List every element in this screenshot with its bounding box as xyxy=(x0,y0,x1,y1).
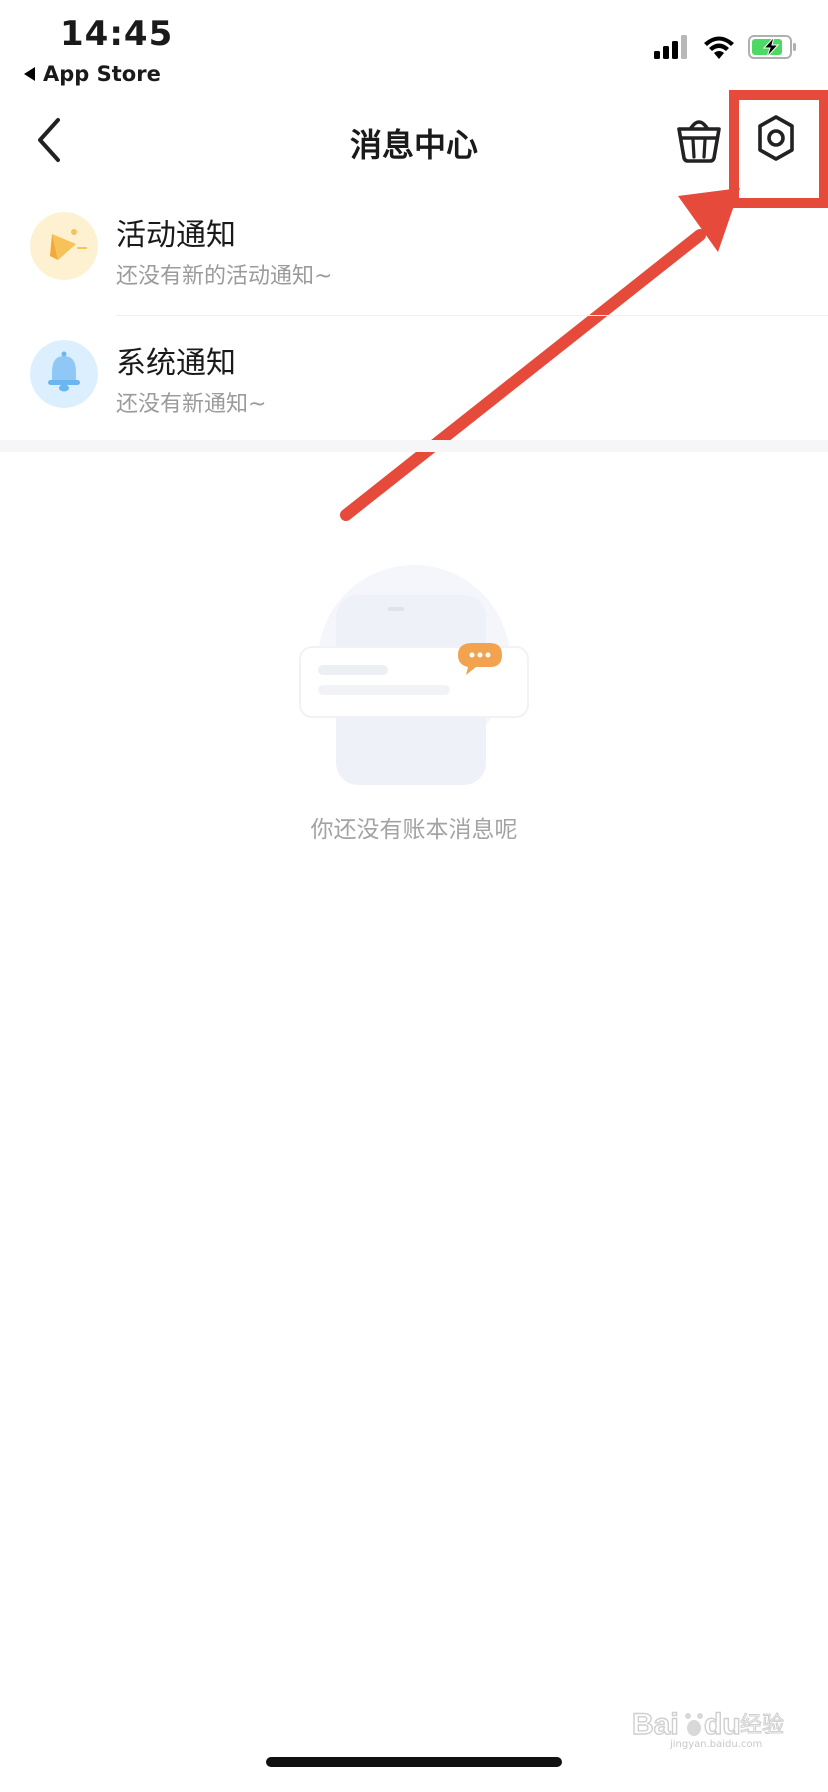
nav-bar: 消息中心 xyxy=(0,92,828,192)
svg-text:du: du xyxy=(704,1708,741,1741)
battery-charging-icon xyxy=(748,35,796,59)
wifi-icon xyxy=(704,36,734,59)
svg-text:Bai: Bai xyxy=(632,1708,679,1741)
cellular-signal-icon xyxy=(654,35,687,59)
message-subtitle: 还没有新的活动通知~ xyxy=(116,264,333,289)
svg-text:经验: 经验 xyxy=(740,1713,784,1738)
basket-icon[interactable] xyxy=(676,114,722,164)
megaphone-icon xyxy=(30,212,98,280)
status-time: 14:45 xyxy=(60,14,174,54)
bell-icon xyxy=(30,340,98,408)
back-to-app-label: App Store xyxy=(43,62,161,86)
empty-state-text: 你还没有账本消息呢 xyxy=(310,817,518,843)
status-bar: 14:45 App Store xyxy=(0,0,828,90)
message-item-system[interactable]: 系统通知 还没有新通知~ xyxy=(0,316,828,444)
back-to-app-link[interactable]: App Store xyxy=(24,62,161,86)
message-title: 系统通知 xyxy=(116,346,236,381)
back-triangle-icon xyxy=(24,67,35,81)
status-icons xyxy=(654,34,798,60)
message-item-activity[interactable]: 活动通知 还没有新的活动通知~ xyxy=(0,188,828,316)
baidu-jingyan-watermark: Bai du 经验 jingyan.baidu.com xyxy=(631,1707,784,1750)
home-indicator[interactable] xyxy=(266,1757,562,1767)
message-title: 活动通知 xyxy=(116,218,236,253)
empty-messages-illustration xyxy=(299,565,529,785)
message-list: 活动通知 还没有新的活动通知~ 系统通知 还没有新通知~ xyxy=(0,188,828,444)
message-subtitle: 还没有新通知~ xyxy=(116,392,267,417)
svg-text:jingyan.baidu.com: jingyan.baidu.com xyxy=(669,1739,762,1750)
section-divider xyxy=(0,440,828,452)
